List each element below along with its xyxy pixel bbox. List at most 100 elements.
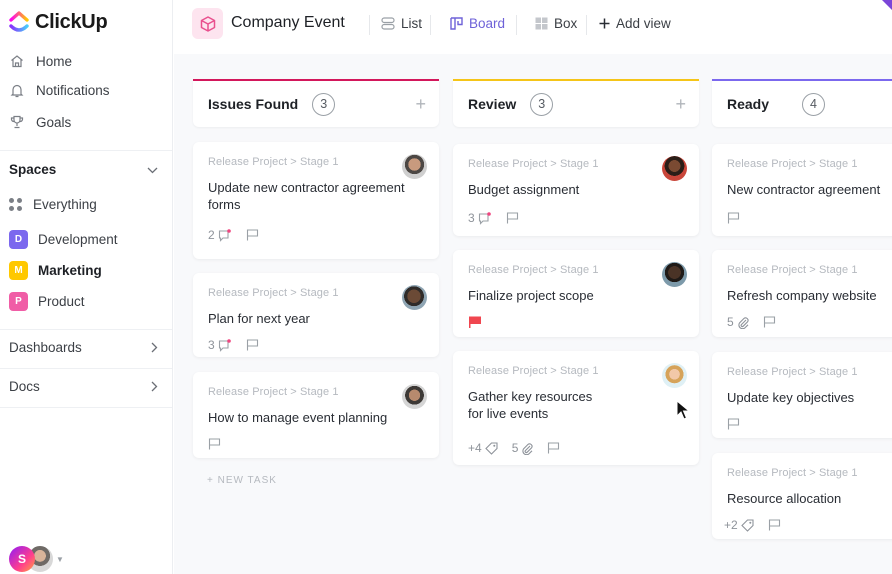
task-breadcrumb: Release Project > Stage 1 <box>208 386 339 398</box>
chevron-down-icon[interactable] <box>147 163 158 177</box>
flag-icon[interactable] <box>208 438 221 450</box>
tag-count-value: +4 <box>468 441 482 455</box>
flag-icon[interactable] <box>246 229 259 241</box>
sidebar-item-notifications[interactable]: Notifications <box>9 82 110 98</box>
tab-board[interactable]: Board <box>450 16 505 31</box>
sidebar-item-label: Dashboards <box>9 340 82 355</box>
attachment-count[interactable]: 5 <box>512 441 534 455</box>
task-title: Update new contractor agreement forms <box>208 180 405 212</box>
flag-icon[interactable] <box>547 442 560 454</box>
sidebar-item-label: Goals <box>36 114 72 130</box>
sidebar-item-dashboards[interactable]: Dashboards <box>9 340 82 355</box>
sidebar-item-label: Docs <box>9 379 40 394</box>
task-breadcrumb: Release Project > Stage 1 <box>208 287 339 299</box>
divider <box>516 15 517 35</box>
urgent-flag-icon[interactable] <box>468 316 482 328</box>
space-badge-p: P <box>9 292 28 311</box>
new-task-button[interactable]: + NEW TASK <box>207 475 277 486</box>
divider <box>0 368 172 369</box>
task-meta: +2 <box>724 517 892 533</box>
assignee-avatar[interactable] <box>662 262 687 287</box>
space-badge-d: D <box>9 230 28 249</box>
sidebar-item-everything[interactable]: Everything <box>9 197 97 212</box>
assignee-avatar[interactable] <box>402 285 427 310</box>
task-card[interactable]: Release Project > Stage 1 New contractor… <box>712 144 892 236</box>
task-title: Resource allocation <box>727 491 842 506</box>
tag-count[interactable]: +2 <box>724 518 754 532</box>
task-card[interactable]: Release Project > Stage 1 Refresh compan… <box>712 250 892 337</box>
task-meta <box>208 436 424 452</box>
task-title: How to manage event planning <box>208 410 388 425</box>
task-breadcrumb: Release Project > Stage 1 <box>727 158 858 170</box>
sidebar-item-label: Development <box>38 232 118 247</box>
flag-icon[interactable] <box>506 212 519 224</box>
add-view-button[interactable]: Add view <box>599 16 671 31</box>
sidebar-item-goals[interactable]: Goals <box>9 114 71 130</box>
task-meta <box>468 314 684 330</box>
task-card[interactable]: Release Project > Stage 1 Update key obj… <box>712 352 892 438</box>
comment-count[interactable]: 3 <box>208 338 232 352</box>
flag-icon[interactable] <box>246 339 259 351</box>
add-task-icon[interactable]: + <box>415 94 426 115</box>
tab-label: Add view <box>616 16 671 31</box>
task-title: Refresh company website <box>727 288 877 303</box>
task-title: Gather key resources for live events <box>468 389 593 421</box>
column-header: Issues Found 3 + <box>193 79 439 127</box>
comment-icon <box>218 228 231 242</box>
clickup-logo[interactable]: ClickUp <box>9 10 108 34</box>
sidebar-item-label: Notifications <box>36 82 110 98</box>
attachment-count[interactable]: 5 <box>727 315 749 329</box>
column-header: Ready 4 <box>712 79 892 127</box>
task-title: Budget assignment <box>468 182 580 197</box>
flag-icon[interactable] <box>727 212 740 224</box>
assignee-avatar[interactable] <box>662 363 687 388</box>
tag-icon <box>740 518 754 532</box>
chevron-right-icon[interactable] <box>151 342 158 356</box>
task-breadcrumb: Release Project > Stage 1 <box>727 264 858 276</box>
sidebar-item-marketing[interactable]: M Marketing <box>9 261 102 280</box>
task-card[interactable]: Release Project > Stage 1 Budget assignm… <box>453 144 699 236</box>
sidebar-item-label: Everything <box>33 197 97 212</box>
corner-accent <box>882 0 892 10</box>
task-card[interactable]: Release Project > Stage 1 Plan for next … <box>193 273 439 357</box>
tag-count-value: +2 <box>724 518 738 532</box>
add-task-icon[interactable]: + <box>675 94 686 115</box>
column-title: Ready <box>727 96 770 112</box>
task-card[interactable]: Release Project > Stage 1 Gather key res… <box>453 351 699 465</box>
tag-count[interactable]: +4 <box>468 441 498 455</box>
column-title: Issues Found <box>208 96 299 112</box>
flag-icon[interactable] <box>768 519 781 531</box>
sidebar-item-development[interactable]: D Development <box>9 230 118 249</box>
flag-icon[interactable] <box>727 418 740 430</box>
tab-box[interactable]: Box <box>535 16 577 31</box>
sidebar-item-home[interactable]: Home <box>9 53 72 69</box>
comment-count-value: 3 <box>208 338 215 352</box>
column-issues-found: Issues Found 3 + Release Project > Stage… <box>193 79 439 486</box>
chevron-right-icon[interactable] <box>151 381 158 395</box>
tab-list[interactable]: List <box>381 16 422 31</box>
sidebar-item-label: Product <box>38 294 85 309</box>
task-meta: 3 <box>208 337 424 353</box>
divider <box>430 15 431 35</box>
task-card[interactable]: Release Project > Stage 1 Resource alloc… <box>712 453 892 539</box>
workspace-avatar: S <box>9 546 35 572</box>
comment-count[interactable]: 2 <box>208 228 232 242</box>
comment-count[interactable]: 3 <box>468 211 492 225</box>
user-menu[interactable]: S ▼ <box>9 546 64 572</box>
task-breadcrumb: Release Project > Stage 1 <box>468 365 599 377</box>
sidebar-item-docs[interactable]: Docs <box>9 379 40 394</box>
assignee-avatar[interactable] <box>402 154 427 179</box>
project-icon <box>192 8 223 39</box>
tab-label: List <box>401 16 423 31</box>
task-title: Finalize project scope <box>468 288 594 303</box>
sidebar-item-product[interactable]: P Product <box>9 292 85 311</box>
app-name: ClickUp <box>35 10 108 33</box>
comment-icon <box>218 338 231 352</box>
assignee-avatar[interactable] <box>662 156 687 181</box>
assignee-avatar[interactable] <box>402 384 427 409</box>
task-card[interactable]: Release Project > Stage 1 Update new con… <box>193 142 439 259</box>
task-card[interactable]: Release Project > Stage 1 Finalize proje… <box>453 250 699 337</box>
flag-icon[interactable] <box>763 316 776 328</box>
task-card[interactable]: Release Project > Stage 1 How to manage … <box>193 372 439 458</box>
home-icon <box>9 53 25 69</box>
